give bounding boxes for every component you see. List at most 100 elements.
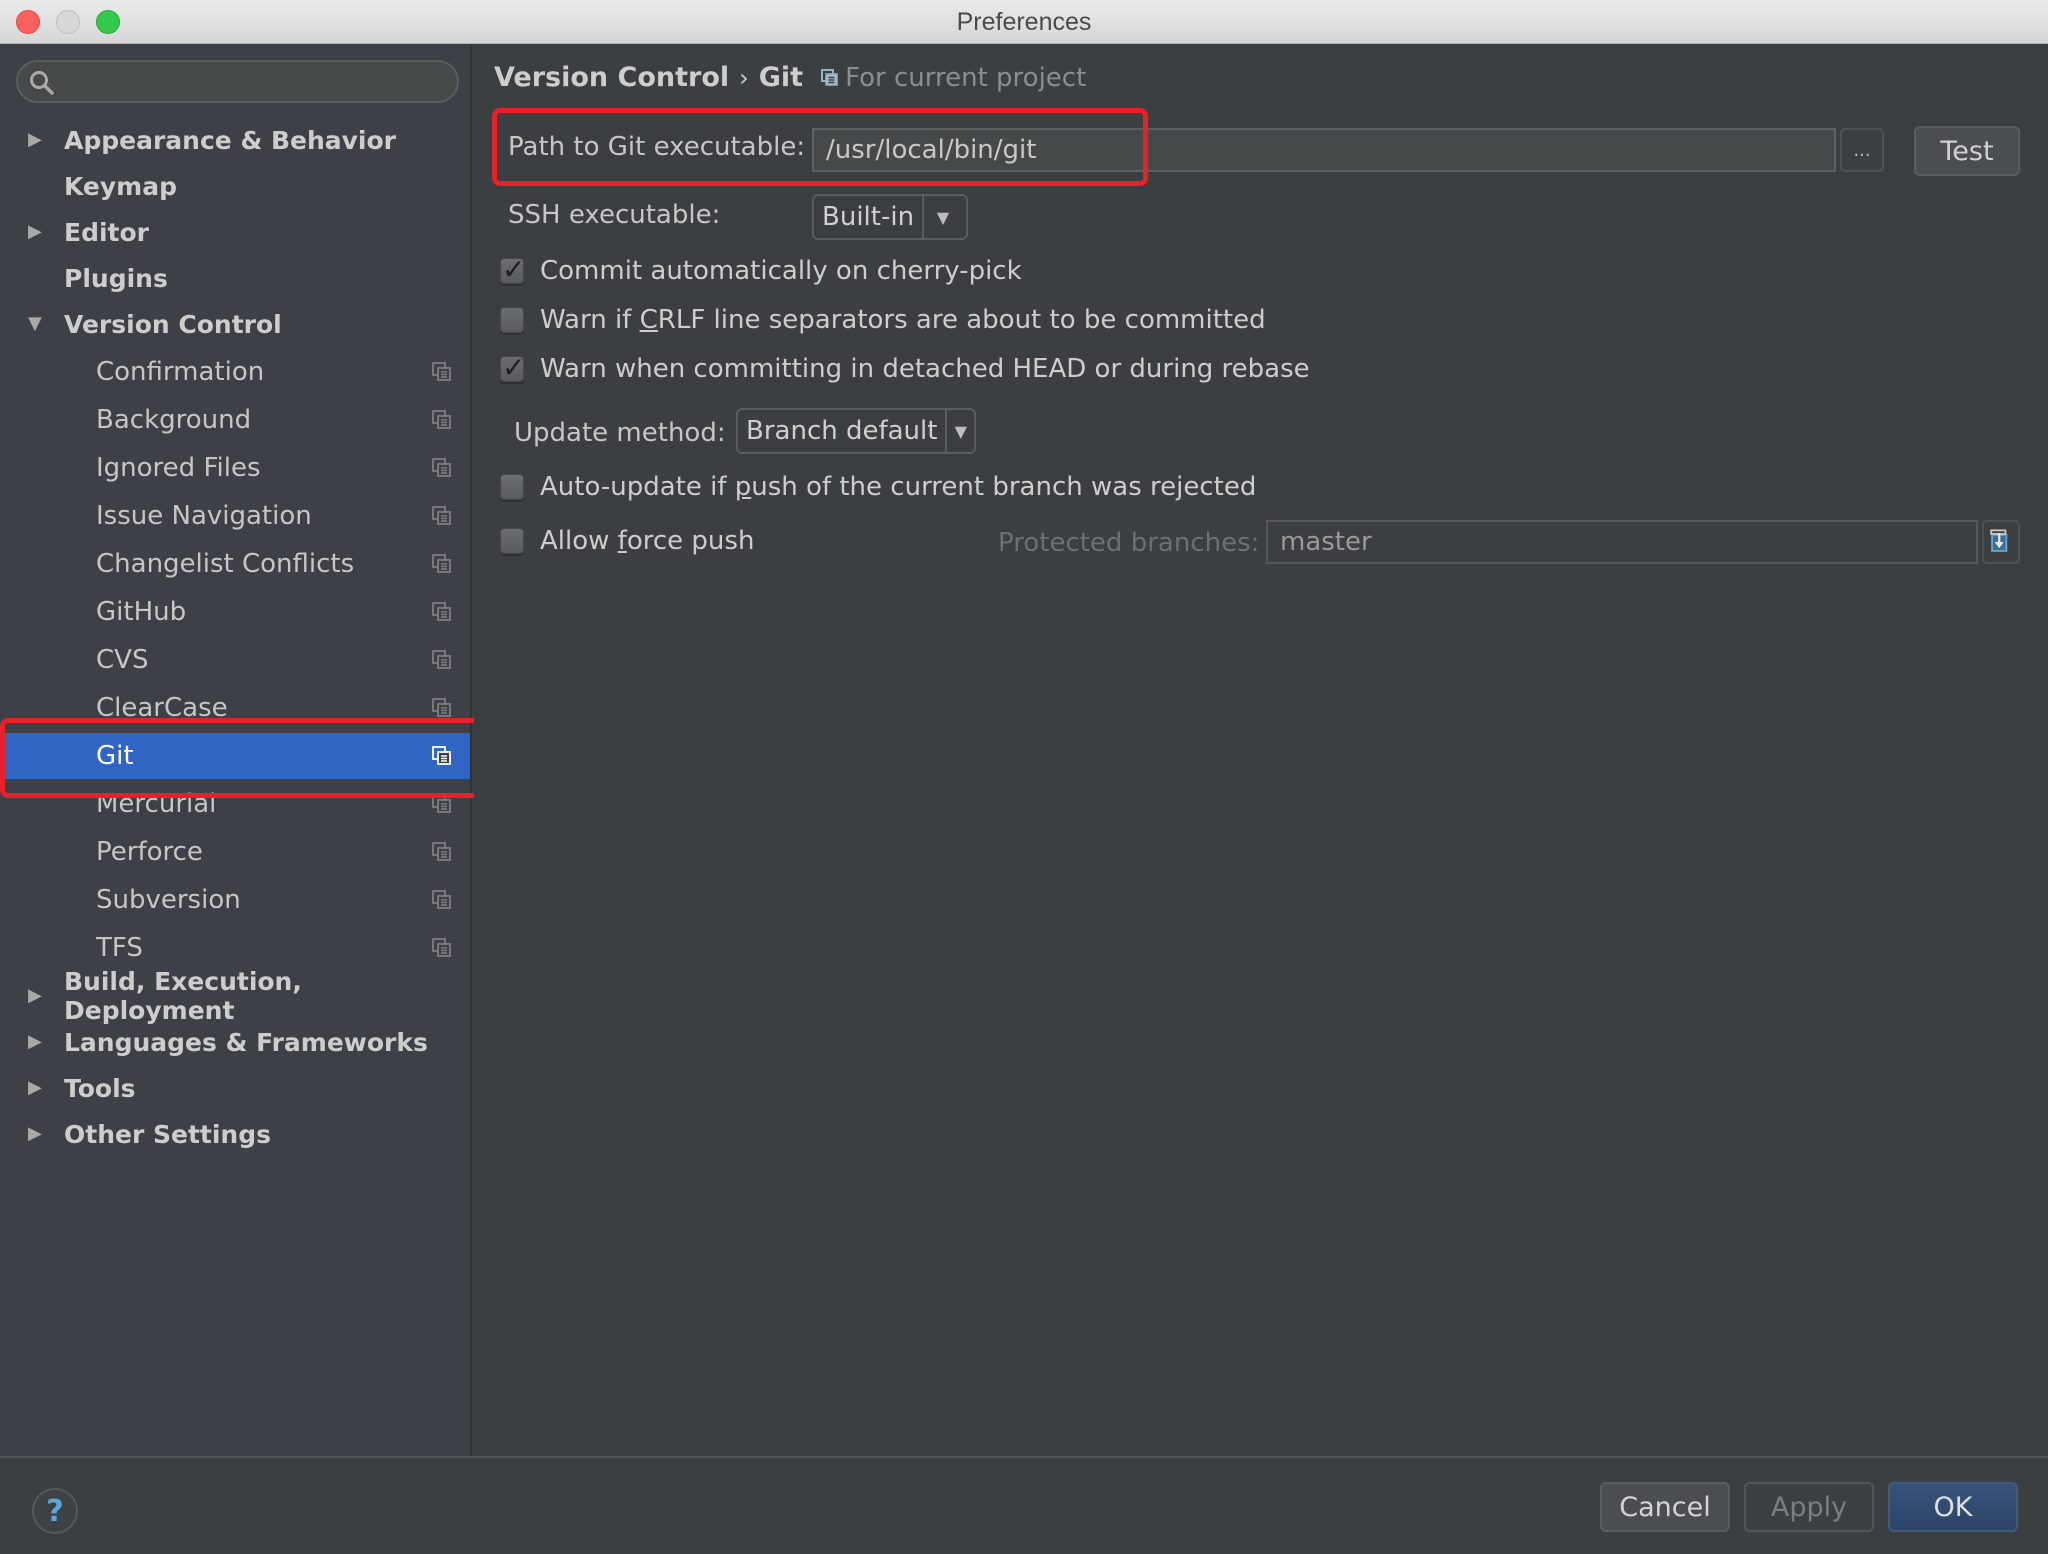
sidebar-item-label: Ignored Files (96, 453, 261, 483)
settings-search-input[interactable] (62, 66, 441, 98)
sidebar-item-label: Tools (64, 1073, 136, 1103)
sidebar-item-label: Plugins (64, 263, 168, 293)
sidebar-item-build-execution-deployment[interactable]: ▶ Build, Execution, Deployment (0, 967, 470, 1025)
update-method-value: Branch default (746, 416, 938, 446)
commit-on-cherry-pick-checkbox[interactable]: ✓ Commit automatically on cherry-pick (500, 253, 1022, 286)
ok-button[interactable]: OK (1888, 1482, 2018, 1532)
sidebar-item-issue-navigation[interactable]: Issue Navigation (0, 493, 470, 539)
expand-arrow-right-icon[interactable]: ▶ (28, 131, 46, 149)
git-path-label: Path to Git executable: (508, 132, 806, 162)
checkbox-label-pre: Warn if (540, 305, 640, 335)
sidebar-item-changelist-conflicts[interactable]: Changelist Conflicts (0, 541, 470, 587)
checkbox-label-mnemonic: f (617, 526, 627, 556)
sidebar-item-background[interactable]: Background (0, 397, 470, 443)
sidebar-item-ignored-files[interactable]: Ignored Files (0, 445, 470, 491)
project-level-icon (432, 938, 452, 958)
expand-arrow-right-icon[interactable]: ▶ (28, 1033, 46, 1051)
project-level-icon (432, 698, 452, 718)
help-button[interactable]: ? (32, 1488, 78, 1534)
checkbox-label-post: RLF line separators are about to be comm… (657, 305, 1266, 335)
sidebar-item-label: Mercurial (96, 789, 217, 819)
sidebar-item-cvs[interactable]: CVS (0, 637, 470, 683)
checkbox-unchecked[interactable] (500, 528, 524, 554)
expand-arrow-right-icon[interactable]: ▶ (28, 223, 46, 241)
breadcrumb-version-control: Version Control (494, 62, 730, 93)
checkmark-icon: ✓ (502, 351, 526, 384)
sidebar-item-perforce[interactable]: Perforce (0, 829, 470, 875)
warn-crlf-checkbox[interactable]: Warn if C RLF line separators are about t… (500, 305, 1266, 335)
git-settings-panel: Version Control › Git For current projec… (474, 44, 2048, 1456)
sidebar-item-keymap[interactable]: Keymap (0, 163, 470, 209)
git-path-input[interactable]: /usr/local/bin/git (812, 128, 1836, 172)
project-level-icon (432, 602, 452, 622)
project-level-icon (432, 506, 452, 526)
sidebar-item-label: Other Settings (64, 1119, 271, 1149)
sidebar-item-label: GitHub (96, 597, 187, 627)
checkbox-label-post: orce push (626, 526, 755, 556)
sidebar-item-label: Issue Navigation (96, 501, 312, 531)
expand-arrow-right-icon[interactable]: ▶ (28, 1079, 46, 1097)
update-method-label: Update method: (514, 418, 726, 448)
breadcrumb-git: Git (758, 62, 804, 93)
ssh-executable-dropdown[interactable]: Built-in ▼ (812, 194, 968, 240)
project-level-icon (432, 458, 452, 478)
protected-branches-label: Protected branches: (998, 528, 1260, 558)
protected-branches-input[interactable]: master (1266, 520, 1978, 564)
checkbox-checked[interactable]: ✓ (500, 253, 525, 286)
sidebar-item-git[interactable]: Git (2, 733, 470, 779)
checkbox-label-mnemonic: p (734, 472, 752, 502)
checkbox-unchecked[interactable] (500, 474, 524, 500)
browse-git-path-button[interactable]: ... (1840, 128, 1884, 172)
sidebar-item-version-control[interactable]: ▼ Version Control (0, 301, 470, 347)
sidebar-item-label: Subversion (96, 885, 241, 915)
dialog-footer: ? Cancel Apply OK (0, 1456, 2048, 1554)
sidebar-item-label: Build, Execution, Deployment (64, 967, 302, 1025)
branch-import-icon (1990, 529, 2008, 552)
sidebar-item-subversion[interactable]: Subversion (0, 877, 470, 923)
checkbox-label-mnemonic: C (639, 305, 658, 335)
sidebar-item-clearcase[interactable]: ClearCase (0, 685, 470, 731)
project-level-icon (432, 794, 452, 814)
sidebar-item-label: ClearCase (96, 693, 228, 723)
checkbox-checked[interactable]: ✓ (500, 351, 525, 384)
checkbox-label-post: ush of the current branch was rejected (751, 472, 1257, 502)
checkbox-unchecked[interactable] (500, 307, 524, 333)
expand-arrow-right-icon[interactable]: ▶ (28, 1125, 46, 1143)
sidebar-item-editor[interactable]: ▶ Editor (0, 209, 470, 255)
sidebar-item-tfs[interactable]: TFS (0, 925, 470, 971)
sidebar-item-label: Appearance & Behavior (64, 125, 396, 155)
project-level-icon (432, 410, 452, 430)
project-level-icon (432, 362, 452, 382)
ssh-executable-value: Built-in (822, 202, 915, 232)
sidebar-item-label: TFS (96, 933, 143, 963)
sidebar-item-other-settings[interactable]: ▶ Other Settings (0, 1111, 470, 1157)
apply-button[interactable]: Apply (1744, 1482, 1874, 1532)
expand-arrow-right-icon[interactable]: ▶ (28, 987, 46, 1005)
cancel-button[interactable]: Cancel (1600, 1482, 1730, 1532)
settings-search-box[interactable] (16, 60, 459, 103)
allow-force-push-checkbox[interactable]: Allow f orce push (500, 526, 754, 556)
sidebar-item-tools[interactable]: ▶ Tools (0, 1065, 470, 1111)
sidebar-item-languages-frameworks[interactable]: ▶ Languages & Frameworks (0, 1019, 470, 1065)
scope-note: For current project (845, 62, 1087, 93)
sidebar-item-label: Git (96, 741, 134, 771)
auto-update-checkbox[interactable]: Auto-update if p ush of the current branc… (500, 472, 1256, 502)
sidebar-item-label: Perforce (96, 837, 203, 867)
warn-detached-head-checkbox[interactable]: ✓ Warn when committing in detached HEAD … (500, 351, 1310, 384)
sidebar-item-confirmation[interactable]: Confirmation (0, 349, 470, 395)
expand-arrow-down-icon[interactable]: ▼ (28, 315, 46, 333)
checkbox-label-pre: Auto-update if (540, 472, 735, 502)
breadcrumb: Version Control › Git For current projec… (494, 62, 1086, 93)
select-branches-button[interactable] (1982, 520, 2020, 564)
sidebar-item-plugins[interactable]: Plugins (0, 255, 470, 301)
test-git-button[interactable]: Test (1914, 126, 2020, 176)
sidebar-item-github[interactable]: GitHub (0, 589, 470, 635)
sidebar-item-label: Editor (64, 217, 149, 247)
sidebar-item-label: Languages & Frameworks (64, 1027, 428, 1057)
project-scope-icon (821, 68, 838, 86)
update-method-dropdown[interactable]: Branch default ▼ (736, 408, 976, 454)
sidebar-item-mercurial[interactable]: Mercurial (0, 781, 470, 827)
sidebar-item-appearance-behavior[interactable]: ▶ Appearance & Behavior (0, 117, 470, 163)
window-title: Preferences (956, 8, 1092, 36)
checkbox-label-pre: Allow (540, 526, 618, 556)
